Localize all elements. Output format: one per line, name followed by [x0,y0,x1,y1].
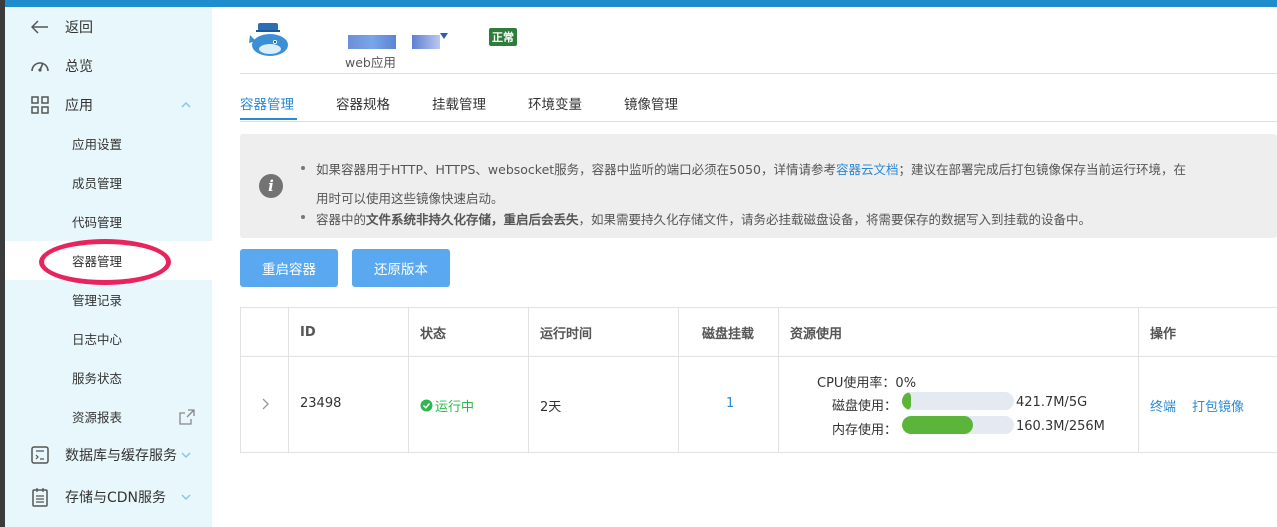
highlight-circle [39,239,171,285]
status-badge: 正常 [489,28,517,46]
memory-usage-bar [902,416,1014,434]
sidebar-subitem[interactable]: 代码管理 [5,202,212,241]
chevron-right-icon[interactable] [261,398,269,410]
chevron-down-icon [181,452,191,458]
col-divider [528,308,529,452]
main-content: web应用 正常 容器管理 容器规格 挂载管理 环境变量 镜像管理 i 如果容器… [212,7,1277,527]
sidebar-subitem-label: 代码管理 [72,215,123,230]
row-runtime: 2天 [540,400,562,415]
sidebar-item-database[interactable]: 数据库与缓存服务 [5,435,212,474]
header-status: 状态 [420,326,447,342]
sidebar-back-label: 返回 [65,19,93,36]
sidebar-item-overview[interactable]: 总览 [5,46,212,85]
grid-icon [29,94,51,116]
memory-usage-value: 160.3M/256M [1016,419,1105,434]
storage-icon [29,486,51,508]
disk-usage-label: 磁盘使用： [832,399,898,414]
app-type-label: web应用 [345,55,396,70]
cpu-usage: CPU使用率：0% [817,376,917,391]
container-cloud-docs-link[interactable]: 容器云文档 [836,162,899,177]
sidebar-subitem-label: 资源报表 [72,410,123,425]
disk-usage-value: 421.7M/5G [1016,395,1088,410]
sidebar-item-app[interactable]: 应用 [5,85,212,124]
col-divider [408,308,409,452]
bullet [301,166,305,170]
tab-bar: 容器管理 容器规格 挂载管理 环境变量 镜像管理 [240,73,1277,122]
sidebar-back[interactable]: 返回 [5,7,212,46]
notice-bold-text: 文件系统非持久化存储，重启后会丢失 [366,212,579,227]
tab-container-spec[interactable]: 容器规格 [336,93,390,113]
tab-image-management[interactable]: 镜像管理 [624,93,678,113]
bullet [301,215,305,219]
tab-container-management[interactable]: 容器管理 [240,93,294,113]
col-divider [1138,308,1139,452]
status-text: 运行中 [435,400,475,415]
header-disk-mount: 磁盘挂载 [702,326,755,342]
row-id: 23498 [300,396,342,411]
notice-text: 如果容器用于HTTP、HTTPS、websocket服务，容器中监听的端口必须在… [316,162,836,177]
tab-mount-management[interactable]: 挂载管理 [432,93,486,113]
arrow-left-icon [29,16,51,38]
sidebar-subitem[interactable]: 成员管理 [5,163,212,202]
pack-image-link[interactable]: 打包镜像 [1192,396,1244,415]
app-owner-redacted [412,35,440,49]
disk-usage-bar [902,392,1014,410]
notice-line-2: 用时可以使用这些镜像快速启动。 [316,191,504,206]
sidebar-subitem[interactable]: 应用设置 [5,124,212,163]
sidebar-item-label: 应用 [65,97,93,114]
tab-env-vars[interactable]: 环境变量 [528,93,582,113]
sidebar-subitem-label: 管理记录 [72,293,123,308]
col-divider [678,308,679,452]
sidebar-item-label: 数据库与缓存服务 [65,447,177,464]
sidebar-subitem-label: 服务状态 [72,371,123,386]
chevron-up-icon [181,102,191,108]
sidebar-subitem[interactable]: 资源报表 [5,397,212,436]
external-link-icon[interactable] [179,408,195,425]
check-circle-icon [420,399,433,412]
database-icon [29,444,51,466]
sidebar-subitem[interactable]: 日志中心 [5,319,212,358]
header-operations: 操作 [1150,326,1177,342]
row-divider [241,356,1277,357]
row-disk-mount[interactable]: 1 [726,396,734,411]
sidebar-subitem-label: 成员管理 [72,176,123,191]
notice-text: ，如果需要持久化存储文件，请务必挂载磁盘设备，将需要保存的数据写入到挂载的设备中… [578,212,1092,227]
sidebar: 返回 总览 应用 应用设置 成员管理 代码管理 容器管理 管理记录 日志中心 服… [5,7,212,527]
notice-text: 容器中的 [316,212,367,227]
disk-usage-fill [902,392,911,410]
sidebar-subitem-label: 应用设置 [72,137,123,152]
header-id: ID [300,324,316,340]
memory-usage-label: 内存使用： [832,423,898,438]
info-icon: i [259,174,283,198]
top-bar [0,0,1277,7]
chevron-down-icon [181,494,191,500]
col-divider [288,308,289,452]
restore-version-button[interactable]: 还原版本 [352,249,450,287]
caret-down-icon[interactable] [440,33,448,39]
col-divider [778,308,779,452]
notice-line-3: 容器中的文件系统非持久化存储，重启后会丢失，如果需要持久化存储文件，请务必挂载磁… [316,209,1091,228]
notice-line-1: 如果容器用于HTTP、HTTPS、websocket服务，容器中监听的端口必须在… [316,159,1186,178]
sidebar-item-label: 存储与CDN服务 [65,489,167,506]
app-name-redacted [348,35,396,49]
header-runtime: 运行时间 [540,326,593,342]
sidebar-item-label: 总览 [65,58,93,75]
memory-usage-fill [902,416,973,434]
sidebar-subitem[interactable]: 服务状态 [5,358,212,397]
dashboard-icon [29,55,51,77]
notice-text: ；建议在部署完成后打包镜像保存当前运行环境，在 [898,162,1187,177]
sidebar-item-storage[interactable]: 存储与CDN服务 [5,477,212,516]
restart-container-button[interactable]: 重启容器 [240,249,338,287]
terminal-link[interactable]: 终端 [1150,396,1176,415]
active-tab-underline [240,118,297,120]
whale-logo-icon [249,23,288,56]
sidebar-subitem-label: 日志中心 [72,332,123,347]
notice-box: i 如果容器用于HTTP、HTTPS、websocket服务，容器中监听的端口必… [240,134,1277,238]
row-status: 运行中 [420,396,474,415]
header-resource-usage: 资源使用 [790,326,843,342]
container-table: ID 状态 运行时间 磁盘挂载 资源使用 操作 23498 运行中 2天 1 C… [240,307,1277,453]
sidebar-subitem[interactable]: 管理记录 [5,280,212,319]
